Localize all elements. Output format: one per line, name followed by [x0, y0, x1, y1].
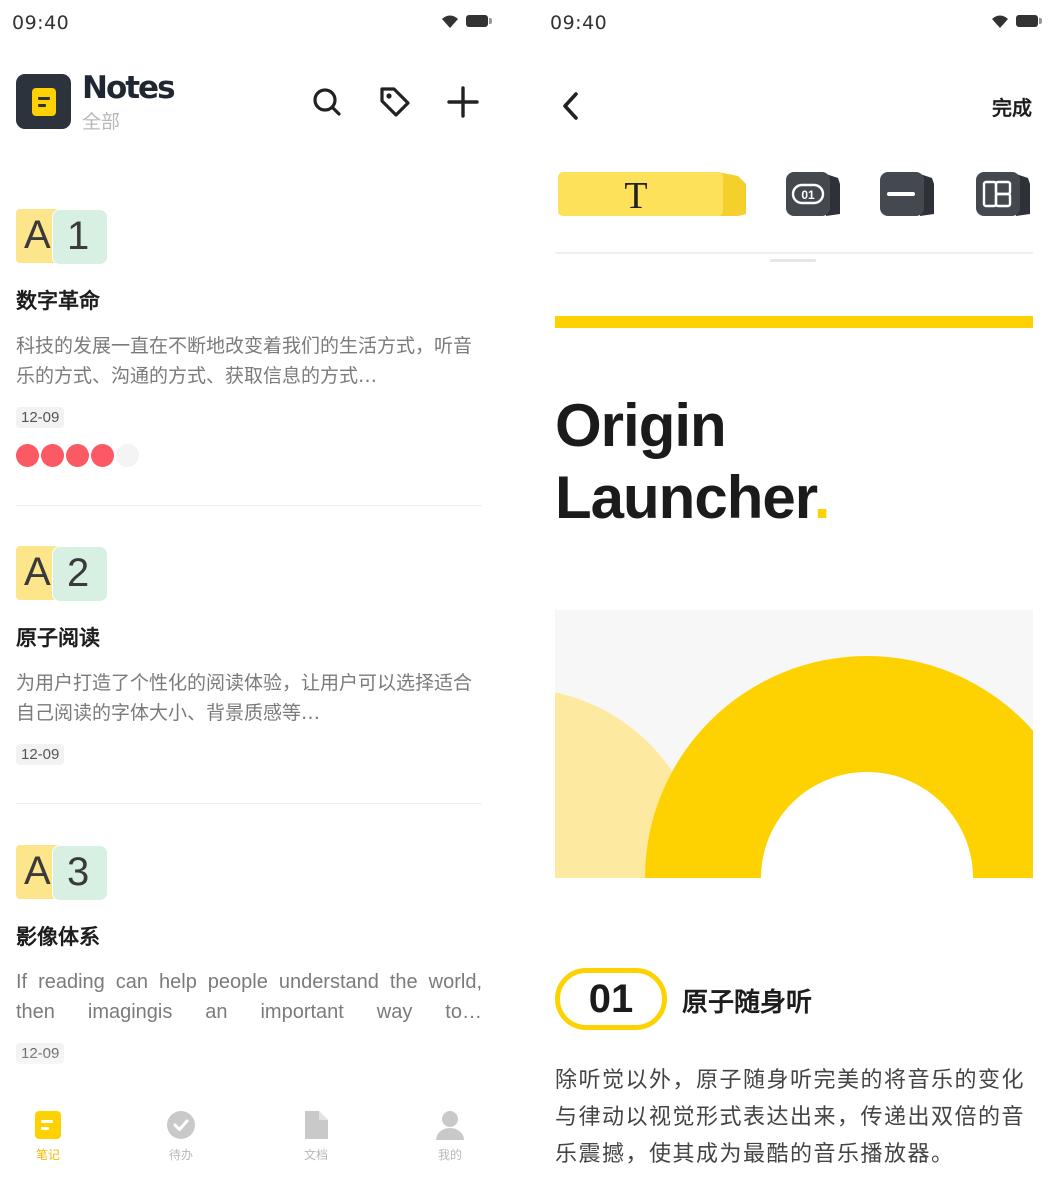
tab-docs[interactable]: 文档 [276, 1110, 356, 1163]
hero-title-line1: Origin [555, 392, 727, 459]
section-body[interactable]: 除听觉以外，原子随身听完美的将音乐的变化与律动以视觉形式表达出来，传递出双倍的音… [555, 1062, 1033, 1173]
note-date: 12-09 [16, 744, 65, 765]
badge-number: 1 [52, 209, 108, 265]
drag-handle[interactable] [770, 259, 816, 262]
wifi-icon [992, 15, 1008, 28]
yellow-header-rule [555, 316, 1033, 328]
note-date: 12-09 [16, 1043, 65, 1064]
layout-block-icon [976, 172, 1030, 216]
tab-label: 待办 [168, 1148, 193, 1162]
toolbar-separator [555, 252, 1033, 254]
hero-title[interactable]: Origin Launcher. [555, 390, 831, 534]
user-icon [435, 1110, 465, 1140]
note-badge: A 2 [16, 546, 116, 602]
divider [16, 505, 482, 506]
text-block-icon: T [558, 172, 746, 217]
tab-label: 文档 [303, 1148, 328, 1162]
note-title: 影像体系 [16, 925, 100, 949]
number-block-tool[interactable]: 01 [786, 170, 842, 218]
back-button[interactable] [554, 88, 590, 124]
section-number-badge[interactable]: 01 [555, 968, 667, 1030]
wifi-icon [442, 15, 458, 28]
battery-icon [466, 15, 492, 27]
battery-icon [1016, 15, 1042, 27]
add-note-button[interactable] [445, 84, 481, 120]
tab-label: 我的 [437, 1148, 462, 1162]
hero-illustration[interactable] [555, 610, 1033, 878]
section-title[interactable]: 原子随身听 [682, 982, 812, 1019]
tab-notes[interactable]: 笔记 [8, 1110, 88, 1163]
app-subtitle-filter[interactable]: 全部 [82, 107, 120, 134]
tab-todo[interactable]: 待办 [141, 1110, 221, 1163]
rating-dot-filled[interactable] [66, 444, 89, 467]
status-bar: 09:40 [0, 0, 518, 46]
divider-block-tool[interactable] [880, 170, 936, 218]
app-logo [16, 74, 71, 129]
note-date: 12-09 [16, 407, 65, 428]
number-block-icon: 01 [786, 172, 840, 216]
note-card[interactable]: A 2 原子阅读 为用户打造了个性化的阅读体验，让用户可以选择适合自己阅读的字体… [16, 546, 482, 765]
status-time: 09:40 [550, 12, 608, 34]
status-icons [440, 13, 492, 29]
chevron-left-icon [563, 92, 578, 120]
note-icon [33, 1110, 63, 1140]
layout-block-tool[interactable] [976, 170, 1032, 218]
hero-title-dot: . [813, 464, 831, 531]
note-title: 数字革命 [16, 289, 100, 313]
note-badge: A 1 [16, 209, 116, 265]
note-doc-icon [31, 87, 56, 116]
rating-dots [16, 444, 482, 467]
note-body: 科技的发展一直在不断地改变着我们的生活方式，听音乐的方式、沟通的方式、获取信息的… [16, 335, 473, 387]
hero-title-line2: Launcher [555, 464, 815, 531]
tab-label: 笔记 [35, 1148, 60, 1162]
notes-list-screen: 09:40 Notes 全部 A 1 数字革命 科技的发展一直在不断地改变着我们… [0, 0, 518, 1192]
search-button[interactable] [309, 84, 345, 120]
divider [16, 803, 482, 804]
rating-dot-empty[interactable] [116, 444, 139, 467]
note-editor-screen: 09:40 完成 T 01 Origin Launcher. 01 原子随身听 … [538, 0, 1058, 1192]
done-button[interactable]: 完成 [992, 92, 1032, 121]
rating-dot-filled[interactable] [16, 444, 39, 467]
tags-button[interactable] [377, 84, 413, 120]
note-badge: A 3 [16, 845, 116, 901]
tab-bar: 笔记 待办 文档 我的 [0, 1090, 518, 1192]
rating-dot-filled[interactable] [41, 444, 64, 467]
svg-text:01: 01 [801, 188, 815, 202]
note-card[interactable]: A 3 影像体系 If reading can help people unde… [16, 845, 482, 1064]
abstract-arcs-illustration [555, 610, 1033, 878]
text-block-tool[interactable]: T [558, 170, 746, 218]
note-body: 为用户打造了个性化的阅读体验，让用户可以选择适合自己阅读的字体大小、背景质感等… [16, 672, 473, 724]
note-title: 原子阅读 [16, 626, 100, 650]
app-title: Notes [82, 70, 176, 106]
tab-profile[interactable]: 我的 [410, 1110, 490, 1163]
note-card[interactable]: A 1 数字革命 科技的发展一直在不断地改变着我们的生活方式，听音乐的方式、沟通… [16, 209, 482, 467]
plus-icon [447, 86, 479, 118]
search-icon [313, 88, 341, 116]
badge-number: 2 [52, 546, 108, 602]
check-circle-icon [166, 1110, 196, 1140]
badge-number: 3 [52, 845, 108, 901]
rating-dot-filled[interactable] [91, 444, 114, 467]
svg-text:T: T [624, 175, 647, 217]
status-time: 09:40 [12, 12, 70, 34]
document-icon [301, 1110, 331, 1140]
tag-icon [380, 87, 410, 117]
status-icons [990, 13, 1042, 29]
note-body: If reading can help people understand th… [16, 971, 482, 1023]
divider-block-icon [880, 172, 934, 216]
status-bar: 09:40 [538, 0, 1058, 46]
